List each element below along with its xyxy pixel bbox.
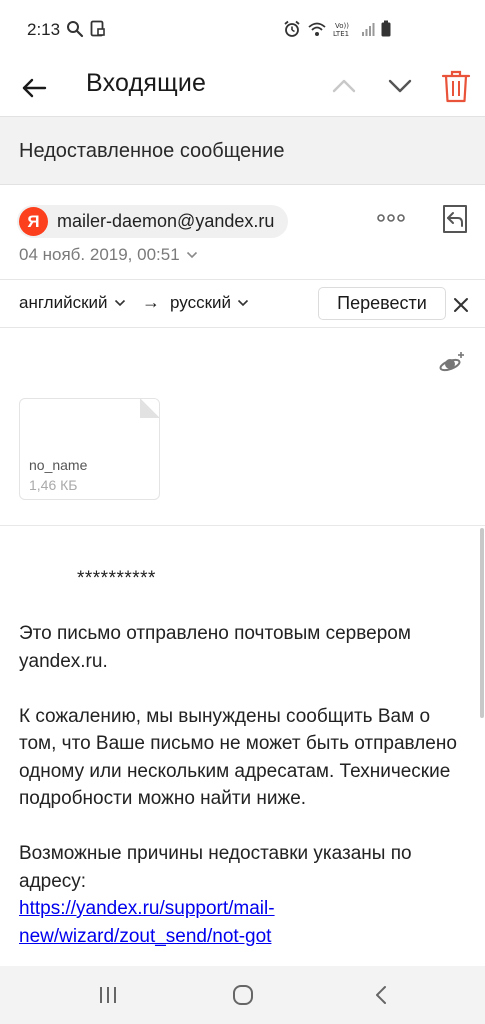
file-corner-icon <box>140 399 159 418</box>
language-arrow: → <box>142 292 160 312</box>
battery-icon <box>381 20 391 37</box>
more-dots-icon[interactable] <box>376 212 406 224</box>
message-subject: Недоставленное сообщение <box>19 140 285 162</box>
source-language-label: английский <box>19 293 108 312</box>
toolbar: Входящие <box>0 60 485 116</box>
attachment-name: no_name <box>29 457 88 473</box>
scrollbar[interactable] <box>480 528 484 718</box>
status-time: 2:13 <box>27 20 61 39</box>
wifi-icon <box>308 22 326 36</box>
body-paragraph-1: Это письмо отправлено почтовым сервером … <box>19 623 411 672</box>
status-right-icons: Vo)) LTE1 <box>283 20 391 38</box>
support-link[interactable]: https://yandex.ru/support/mail-new/wizar… <box>19 898 275 947</box>
alarm-icon <box>284 20 300 37</box>
svg-text:LTE1: LTE1 <box>333 30 349 38</box>
volte-icon: Vo)) LTE1 <box>333 22 349 38</box>
spaceship-icon[interactable] <box>438 350 466 374</box>
sender-chip[interactable]: Я mailer-daemon@yandex.ru <box>17 205 289 238</box>
chevron-down-small-icon <box>237 299 249 307</box>
subject-bar: Недоставленное сообщение <box>0 116 485 185</box>
body-stars: ********** <box>77 568 156 589</box>
page-title: Входящие <box>86 69 207 97</box>
arrow-left-icon[interactable] <box>18 72 50 104</box>
system-nav-bar <box>0 966 485 1024</box>
status-bar: 2:13 Vo)) LTE1 <box>0 0 485 60</box>
recent-apps-icon[interactable] <box>97 984 119 1006</box>
attachment-size: 1,46 КБ <box>29 477 78 493</box>
translate-button[interactable]: Перевести <box>318 287 446 320</box>
message-date[interactable]: 04 нояб. 2019, 00:51 <box>19 245 198 265</box>
body-paragraph-3: Возможные причины недоставки указаны по … <box>19 843 412 892</box>
target-language-label: русский <box>170 293 232 312</box>
target-language-select[interactable]: русский <box>170 293 249 313</box>
sender-email: mailer-daemon@yandex.ru <box>57 211 275 231</box>
status-left-icons <box>66 20 106 38</box>
screenshot-icon <box>90 20 105 37</box>
chevron-up-icon[interactable] <box>330 72 358 100</box>
message-body: ********** Это письмо отправлено почтовы… <box>19 565 469 950</box>
body-paragraph-2: К сожалению, мы вынуждены сообщить Вам о… <box>19 705 457 810</box>
reply-icon[interactable] <box>440 204 470 234</box>
close-icon[interactable] <box>452 296 470 314</box>
sender-avatar: Я <box>19 207 48 236</box>
svg-text:Vo)): Vo)) <box>335 22 349 30</box>
attachment-card[interactable]: no_name 1,46 КБ <box>19 398 160 500</box>
source-language-select[interactable]: английский <box>19 293 126 313</box>
signal-icon <box>362 23 375 36</box>
back-icon[interactable] <box>370 984 392 1006</box>
home-icon[interactable] <box>232 984 254 1006</box>
sender-area: Я mailer-daemon@yandex.ru 04 нояб. 2019,… <box>0 185 485 280</box>
divider <box>0 525 485 526</box>
message-date-text: 04 нояб. 2019, 00:51 <box>19 245 180 264</box>
translate-bar: английский → русский Перевести <box>0 280 485 328</box>
search-icon <box>67 21 84 38</box>
chevron-down-icon[interactable] <box>386 72 414 100</box>
chevron-down-small-icon <box>186 251 197 259</box>
chevron-down-small-icon <box>114 299 125 307</box>
trash-icon[interactable] <box>440 68 472 104</box>
